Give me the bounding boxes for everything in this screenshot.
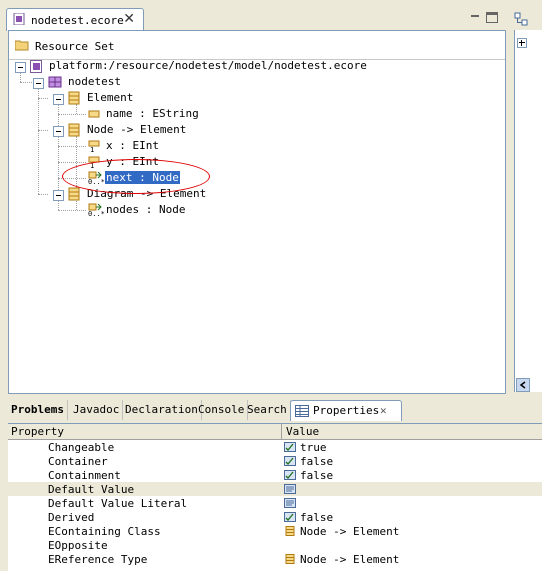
editor-tab-bar: nodetest.ecore ✕: [0, 0, 510, 31]
property-name: Containment: [48, 469, 121, 482]
right-side-panel: [510, 0, 542, 398]
property-value[interactable]: Node -> Element: [300, 525, 399, 538]
property-row[interactable]: EContaining Class Node -> Element: [8, 524, 542, 538]
collapse-toggle-diagram[interactable]: [53, 190, 64, 201]
editor-tab-label: nodetest.ecore: [31, 14, 124, 27]
tree-item-label: Node -> Element: [87, 123, 187, 136]
views-panel: Problems Javadoc Declaration Console Sea…: [0, 398, 542, 572]
scroll-left-icon[interactable]: [516, 378, 530, 392]
property-name: Container: [48, 455, 108, 468]
collapse-toggle-package[interactable]: [33, 78, 44, 89]
collapse-toggle-root[interactable]: [15, 62, 26, 73]
ecore-resource-icon: [30, 60, 42, 73]
property-name: EOpposite: [48, 539, 108, 552]
property-row[interactable]: Containment false: [8, 468, 542, 482]
property-row[interactable]: Container false: [8, 454, 542, 468]
close-icon[interactable]: ✕: [380, 401, 387, 421]
boolean-icon: [284, 470, 296, 480]
tree-item-label: name : EString: [106, 107, 199, 120]
tab-search[interactable]: Search: [244, 400, 291, 420]
property-row[interactable]: EReference Type Node -> Element: [8, 552, 542, 566]
folder-icon: [15, 40, 29, 51]
close-icon[interactable]: ✕: [123, 11, 135, 27]
editor-tab-nodetest-ecore[interactable]: nodetest.ecore ✕: [6, 8, 144, 31]
text-value-icon: [284, 484, 296, 494]
maximize-icon[interactable]: [486, 12, 498, 23]
tab-javadoc[interactable]: Javadoc: [70, 400, 124, 420]
property-row[interactable]: Default Value Literal: [8, 496, 542, 510]
tree-item-label: Element: [87, 91, 134, 104]
ecore-editor: nodetest.ecore ✕ Resource Set platform:/…: [0, 0, 510, 398]
property-row[interactable]: EOpposite: [8, 538, 542, 552]
eclass-icon: [68, 123, 80, 137]
tab-console[interactable]: Console: [195, 400, 249, 420]
boolean-icon: [284, 456, 296, 466]
minimize-icon[interactable]: [468, 10, 482, 22]
properties-table: Property Value Changeable true Container fa…: [8, 423, 542, 572]
tree-item-label: nodes : Node: [106, 203, 186, 216]
tab-declaration[interactable]: Declaration: [122, 400, 202, 420]
properties-icon: [295, 405, 309, 417]
expand-toggle-icon[interactable]: [517, 38, 527, 48]
resource-set-label: Resource Set: [35, 40, 115, 53]
ecore-file-icon: [13, 13, 25, 25]
highlight-ellipse-annotation: [62, 159, 210, 194]
boolean-icon: [284, 442, 296, 452]
column-header-property[interactable]: Property: [11, 425, 64, 438]
multiplicity-label: 1: [90, 146, 95, 154]
property-name: EContaining Class: [48, 525, 161, 538]
tab-properties[interactable]: Properties ✕: [290, 400, 402, 421]
property-row[interactable]: Default Value: [8, 482, 542, 496]
property-name: Changeable: [48, 441, 115, 454]
property-value[interactable]: false: [300, 511, 333, 524]
property-name: Derived: [48, 511, 95, 524]
tab-problems[interactable]: Problems: [8, 400, 68, 420]
column-header-value[interactable]: Value: [286, 425, 319, 438]
eclass-icon: [284, 554, 296, 564]
eattribute-icon: [88, 110, 100, 118]
collapse-toggle-element[interactable]: [53, 94, 64, 105]
tree-item-package-label: nodetest: [68, 75, 121, 88]
eclass-icon: [68, 91, 80, 105]
tree-item-label: x : EInt: [106, 139, 159, 152]
property-value[interactable]: true: [300, 441, 327, 454]
property-row[interactable]: Changeable true: [8, 440, 542, 454]
tab-properties-label: Properties: [313, 404, 380, 417]
views-tab-bar: Problems Javadoc Declaration Console Sea…: [8, 400, 542, 421]
property-row[interactable]: Derived false: [8, 510, 542, 524]
properties-header: Property Value: [8, 424, 542, 440]
property-name: Default Value: [48, 483, 135, 496]
multiplicity-label: 0..*: [88, 210, 105, 218]
property-value[interactable]: Node -> Element: [300, 553, 399, 566]
collapse-toggle-node[interactable]: [53, 126, 64, 137]
resource-set-header: Resource Set: [9, 31, 505, 60]
property-name: Default Value Literal: [48, 497, 188, 510]
text-value-icon: [284, 498, 296, 508]
outline-view-icon[interactable]: [514, 12, 528, 26]
property-value[interactable]: false: [300, 469, 333, 482]
tree-item-resource-label: platform:/resource/nodetest/model/nodete…: [49, 59, 367, 72]
property-value[interactable]: false: [300, 455, 333, 468]
eclass-icon: [284, 526, 296, 536]
epackage-icon: [48, 76, 62, 88]
eclass-icon: [68, 187, 80, 201]
boolean-icon: [284, 512, 296, 522]
property-name: EReference Type: [48, 553, 148, 566]
outline-panel: [514, 30, 542, 392]
